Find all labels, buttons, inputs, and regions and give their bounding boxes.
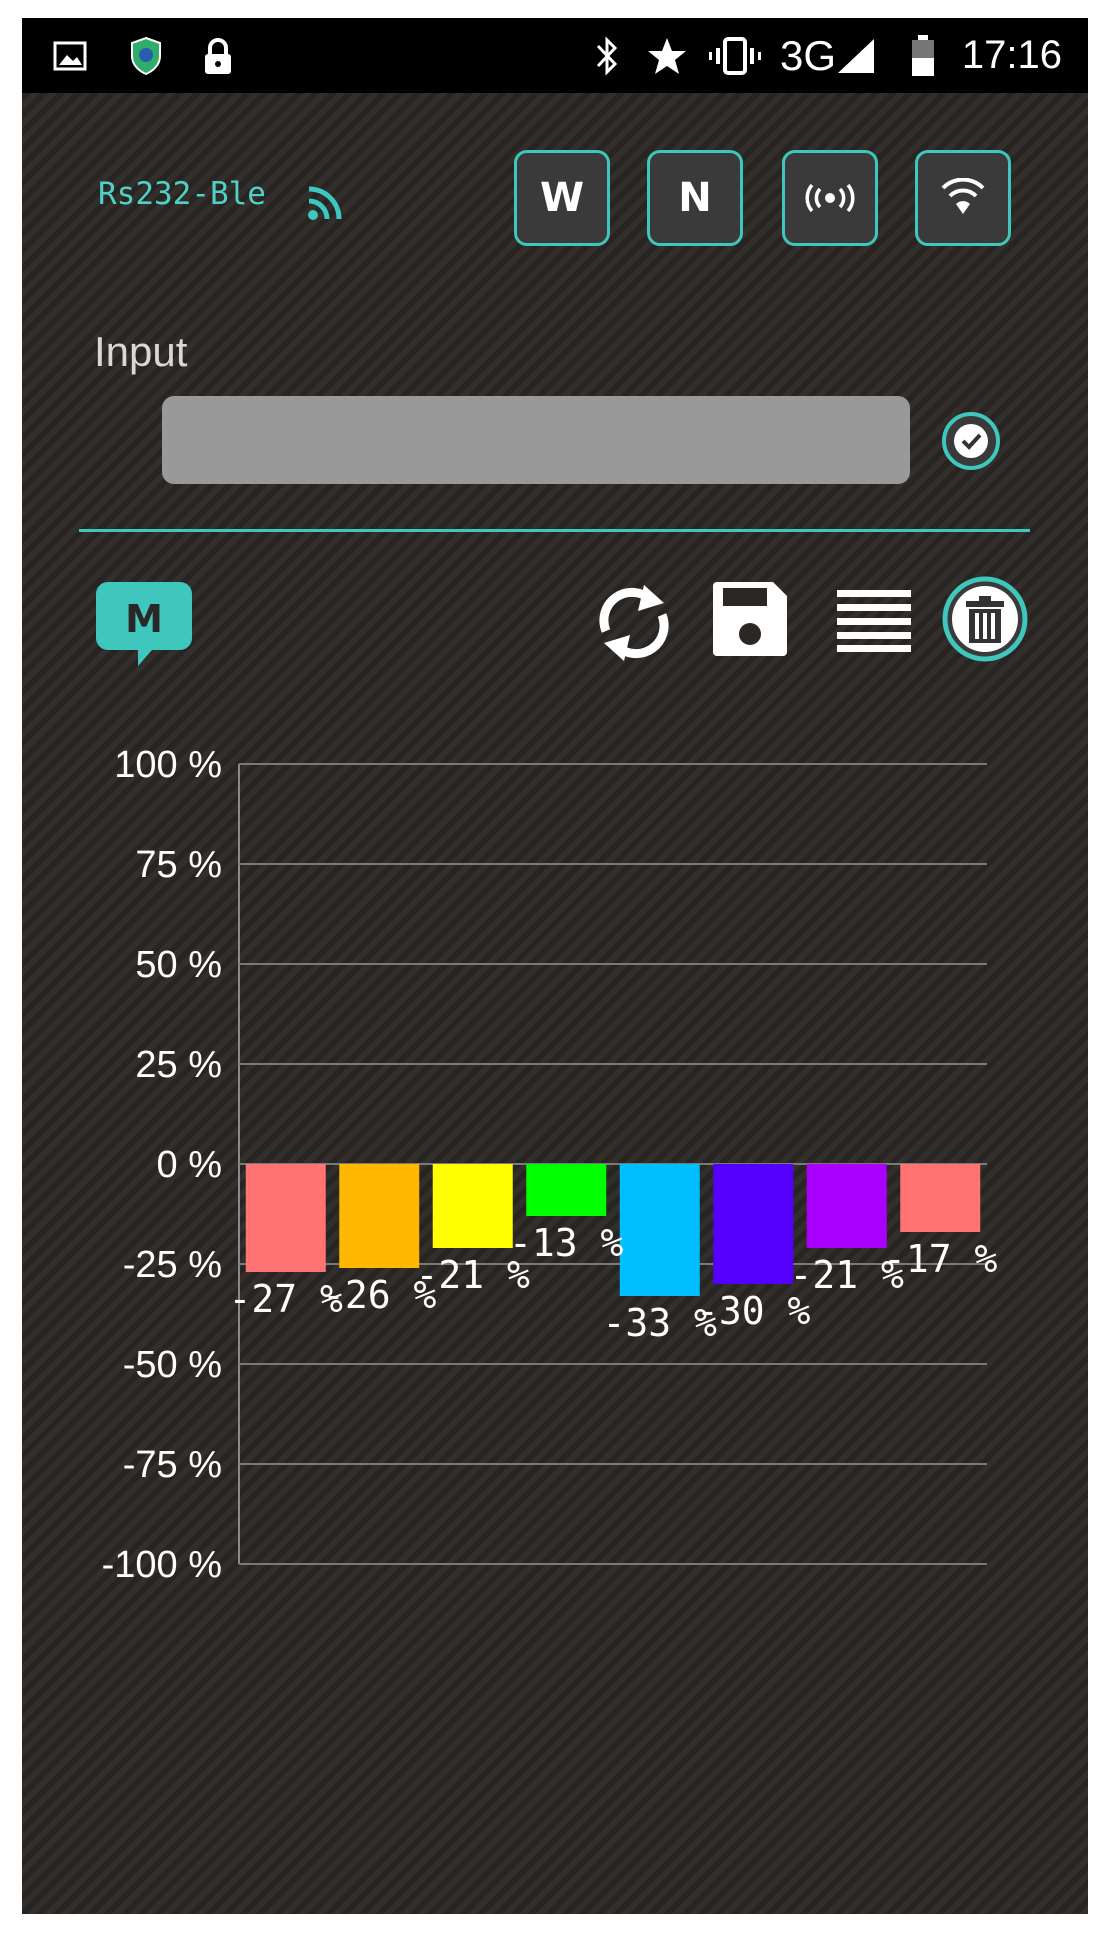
save-icon[interactable] (709, 578, 791, 660)
phone-screen: 3G 17:16 Rs232-Ble W N Input M 100 % 75 … (22, 18, 1088, 1914)
clock: 17:16 (961, 33, 1062, 77)
trash-icon[interactable] (940, 574, 1030, 664)
w-button-label: W (539, 175, 585, 221)
app-title: Rs232-Ble (98, 176, 266, 212)
chart-bar (526, 1164, 607, 1216)
image-icon (48, 18, 92, 93)
bluetooth-icon (590, 18, 624, 93)
y-tick-label: 100 % (114, 744, 222, 786)
bar-chart: 100 % 75 % 50 % 25 % 0 % -25 % -50 % -75 % -100 … (102, 744, 998, 1586)
ble-signal-icon (308, 186, 342, 220)
wifi-icon (941, 178, 985, 214)
wifi-button[interactable] (915, 150, 1011, 246)
n-button-label: N (678, 175, 712, 221)
network-type: 3G (780, 32, 837, 79)
input-label: Input (94, 328, 188, 375)
chart-bar (432, 1164, 513, 1248)
y-tick-label: 0 % (157, 1144, 222, 1186)
data-label: -17 % (883, 1237, 998, 1281)
chart-bar (245, 1164, 326, 1272)
vibrate-icon (708, 18, 762, 93)
battery-icon (908, 18, 938, 93)
y-tick-label: 50 % (135, 944, 222, 986)
mode-badge[interactable]: M (94, 580, 194, 670)
y-tick-label: 75 % (135, 844, 222, 886)
chart-bar (619, 1164, 700, 1296)
y-tick-label: -50 % (123, 1344, 222, 1386)
chart-bar (339, 1164, 420, 1268)
confirm-check-icon[interactable] (940, 410, 1002, 472)
data-label: -13 % (509, 1221, 624, 1265)
y-tick-label: -100 % (102, 1544, 222, 1586)
shield-icon (126, 18, 166, 93)
chart-bar (713, 1164, 794, 1284)
signal-icon (834, 18, 878, 93)
y-tick-label: -75 % (123, 1444, 222, 1486)
lock-icon (198, 18, 238, 93)
mode-badge-label: M (125, 597, 163, 641)
status-bar: 3G 17:16 (22, 18, 1088, 93)
refresh-icon[interactable] (592, 573, 676, 673)
broadcast-icon (805, 183, 855, 213)
list-icon[interactable] (837, 588, 911, 652)
n-button[interactable]: N (647, 150, 743, 246)
chart-bar (806, 1164, 887, 1248)
chart-y-axis: 100 % 75 % 50 % 25 % 0 % -25 % -50 % -75 % -100 … (102, 744, 222, 1586)
divider (79, 529, 1030, 532)
star-icon (644, 18, 690, 93)
chart-bar (900, 1164, 981, 1232)
w-button[interactable]: W (514, 150, 610, 246)
command-input[interactable] (162, 396, 910, 484)
y-tick-label: -25 % (123, 1244, 222, 1286)
broadcast-button[interactable] (782, 150, 878, 246)
y-tick-label: 25 % (135, 1044, 222, 1086)
